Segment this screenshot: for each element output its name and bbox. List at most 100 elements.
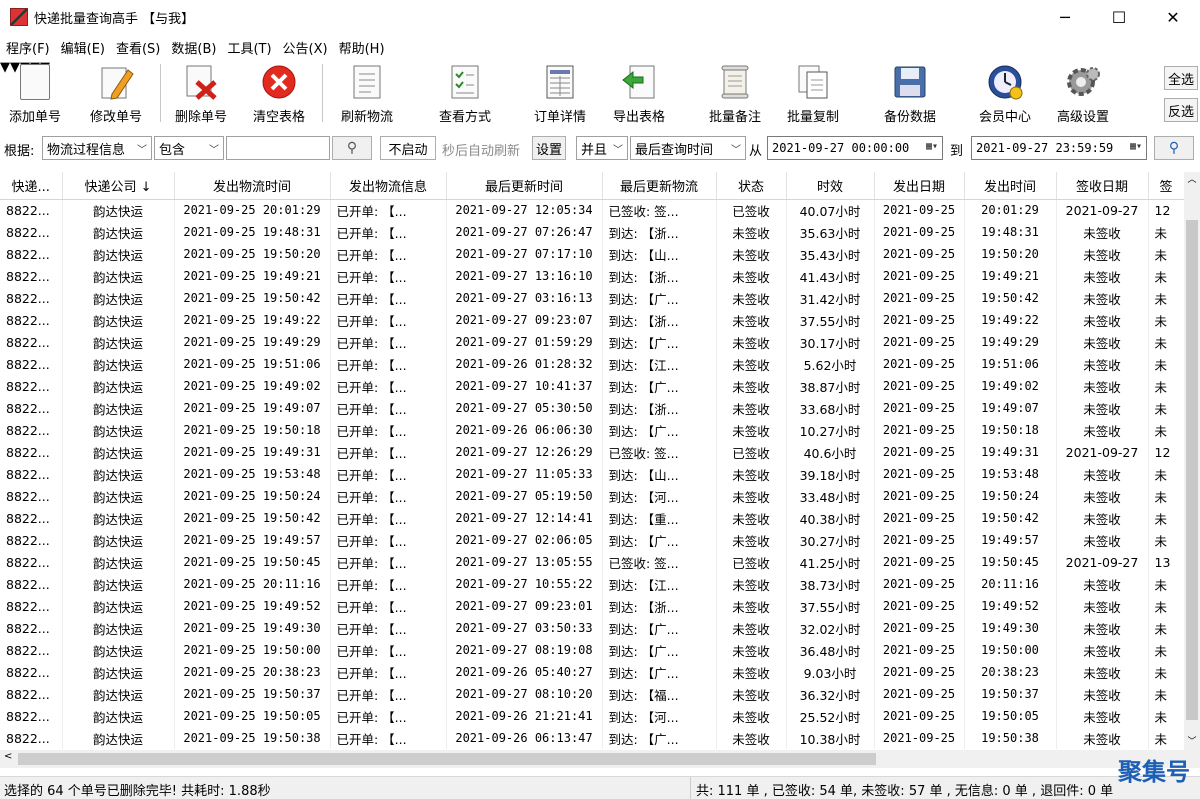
table-row[interactable]: 8822... 韵达快运 2021-09-25 19:50:37 已开单: 【... 2… xyxy=(0,683,1184,705)
table-row[interactable]: 8822... 韵达快运 2021-09-25 19:49:57 已开单: 【... 2… xyxy=(0,529,1184,551)
member-center-button[interactable]: 会员中心 xyxy=(974,60,1036,126)
menu-tools[interactable]: 工具(T) xyxy=(227,38,271,57)
horizontal-scroll-thumb[interactable] xyxy=(18,753,876,765)
table-row[interactable]: 8822... 韵达快运 2021-09-25 19:53:48 已开单: 【... 2… xyxy=(0,463,1184,485)
col-send-time-header[interactable]: 发出物流时间 xyxy=(174,172,331,200)
col-send-info-header[interactable]: 发出物流信息 xyxy=(330,172,447,200)
col-courier-cell: 韵达快运 xyxy=(62,441,175,463)
col-send-clock-header[interactable]: 发出时间 xyxy=(964,172,1057,200)
edit-button[interactable]: 修改单号 xyxy=(86,60,146,126)
vertical-scrollbar[interactable]: ︿ ﹀ xyxy=(1184,172,1200,750)
col-courier-cell: 韵达快运 xyxy=(62,661,175,683)
table-row[interactable]: 8822... 韵达快运 2021-09-25 19:50:00 已开单: 【... 2… xyxy=(0,639,1184,661)
results-grid[interactable]: 快递... 快递公司 ↓ 发出物流时间 发出物流信息 最后更新时间 最后更新物流 状态 时效发… xyxy=(0,172,1184,750)
table-row[interactable]: 8822... 韵达快运 2021-09-25 20:11:16 已开单: 【... 2… xyxy=(0,573,1184,595)
minimize-button[interactable]: ─ xyxy=(1038,0,1092,34)
table-row[interactable]: 8822... 韵达快运 2021-09-25 19:50:45 已开单: 【... 2… xyxy=(0,551,1184,573)
field-select[interactable]: 物流过程信息 ﹀ xyxy=(42,136,152,160)
vertical-scroll-thumb[interactable] xyxy=(1186,220,1198,720)
add-button[interactable]: 添加单号 xyxy=(6,60,64,126)
advanced-settings-button[interactable]: 高级设置 xyxy=(1052,60,1114,126)
to-datetime-picker[interactable]: 2021-09-27 23:59:59 ▦▾ xyxy=(971,136,1147,160)
col-last-update-time-cell: 2021-09-27 07:17:10 xyxy=(446,243,603,265)
table-row[interactable]: 8822... 韵达快运 2021-09-25 19:50:18 已开单: 【... 2… xyxy=(0,419,1184,441)
col-tracking-no-header[interactable]: 快递... xyxy=(0,172,63,200)
col-send-date-header[interactable]: 发出日期 xyxy=(874,172,965,200)
query-button[interactable]: ⚲ xyxy=(1154,136,1194,160)
time-field-select[interactable]: 最后查询时间 ﹀ xyxy=(630,136,746,160)
scroll-left-icon[interactable]: < xyxy=(4,751,12,762)
batch-note-button[interactable]: 批量备注 xyxy=(704,60,766,126)
col-courier-cell: 韵达快运 xyxy=(62,617,175,639)
table-row[interactable]: 8822... 韵达快运 2021-09-25 20:38:23 已开单: 【... 2… xyxy=(0,661,1184,683)
batch-copy-button[interactable]: 批量复制 xyxy=(782,60,844,126)
table-row[interactable]: 8822... 韵达快运 2021-09-25 19:49:22 已开单: 【... 2… xyxy=(0,309,1184,331)
col-send-time-cell: 2021-09-25 19:51:06 xyxy=(174,353,331,375)
col-last-update-time-header[interactable]: 最后更新时间 xyxy=(446,172,603,200)
view-mode-button[interactable]: 查看方式 xyxy=(434,60,496,126)
table-row[interactable]: 8822... 韵达快运 2021-09-25 19:49:30 已开单: 【... 2… xyxy=(0,617,1184,639)
col-last-update-time-cell: 2021-09-26 06:06:30 xyxy=(446,419,603,441)
table-row[interactable]: 8822... 韵达快运 2021-09-25 19:49:29 已开单: 【... 2… xyxy=(0,331,1184,353)
col-status-header[interactable]: 状态 xyxy=(716,172,787,200)
logic-select[interactable]: 并且 ﹀ xyxy=(576,136,628,160)
select-all-button[interactable]: 全选 xyxy=(1164,66,1198,90)
col-send-info-cell: 已开单: 【... xyxy=(330,331,447,353)
backup-button[interactable]: 备份数据 xyxy=(880,60,940,126)
table-row[interactable]: 8822... 韵达快运 2021-09-25 19:49:52 已开单: 【... 2… xyxy=(0,595,1184,617)
table-row[interactable]: 8822... 韵达快运 2021-09-25 19:50:05 已开单: 【... 2… xyxy=(0,705,1184,727)
setup-button[interactable]: 设置 xyxy=(532,136,566,160)
table-row[interactable]: 8822... 韵达快运 2021-09-25 20:01:29 已开单: 【... 2… xyxy=(0,199,1184,221)
table-row[interactable]: 8822... 韵达快运 2021-09-25 19:49:02 已开单: 【... 2… xyxy=(0,375,1184,397)
table-row[interactable]: 8822... 韵达快运 2021-09-25 19:49:21 已开单: 【... 2… xyxy=(0,265,1184,287)
col-tracking-no-cell: 8822... xyxy=(0,375,63,397)
table-row[interactable]: 8822... 韵达快运 2021-09-25 19:49:31 已开单: 【... 2… xyxy=(0,441,1184,463)
table-row[interactable]: 8822... 韵达快运 2021-09-25 19:49:07 已开单: 【... 2… xyxy=(0,397,1184,419)
auto-refresh-button[interactable]: 不启动 xyxy=(380,136,436,160)
col-last-update-time-cell: 2021-09-27 03:50:33 xyxy=(446,617,603,639)
col-tracking-no-cell: 8822... xyxy=(0,507,63,529)
menu-view[interactable]: 查看(S) xyxy=(116,38,160,57)
from-datetime-picker[interactable]: 2021-09-27 00:00:00 ▦▾ xyxy=(767,136,943,160)
menu-announcement[interactable]: 公告(X) xyxy=(283,38,328,57)
menu-help[interactable]: 帮助(H) xyxy=(339,38,385,57)
menu-edit[interactable]: 编辑(E) xyxy=(61,38,105,57)
col-last-update-info-header[interactable]: 最后更新物流 xyxy=(602,172,717,200)
invert-selection-button[interactable]: 反选 xyxy=(1164,98,1198,122)
col-status-cell: 未签收 xyxy=(716,331,787,353)
keyword-input[interactable] xyxy=(226,136,330,160)
table-row[interactable]: 8822... 韵达快运 2021-09-25 19:50:42 已开单: 【... 2… xyxy=(0,287,1184,309)
col-last-update-info-cell: 到达: 【广... xyxy=(602,419,717,441)
col-sign-date-header[interactable]: 签收日期 xyxy=(1056,172,1149,200)
col-last-update-info-cell: 到达: 【浙... xyxy=(602,221,717,243)
table-row[interactable]: 8822... 韵达快运 2021-09-25 19:51:06 已开单: 【... 2… xyxy=(0,353,1184,375)
floppy-disk-icon xyxy=(892,64,928,100)
horizontal-scrollbar[interactable]: < xyxy=(0,750,1200,768)
operator-select[interactable]: 包含 ﹀ xyxy=(154,136,224,160)
col-send-date-cell: 2021-09-25 xyxy=(874,617,965,639)
close-button[interactable]: ✕ xyxy=(1146,0,1200,34)
col-send-clock-cell: 19:49:52 xyxy=(964,595,1057,617)
order-detail-button[interactable]: 订单详情 xyxy=(530,60,590,126)
export-table-button[interactable]: 导出表格 xyxy=(608,60,670,126)
col-sign-header[interactable]: 签 xyxy=(1148,172,1184,200)
menu-data[interactable]: 数据(B) xyxy=(171,38,216,57)
table-row[interactable]: 8822... 韵达快运 2021-09-25 19:50:24 已开单: 【... 2… xyxy=(0,485,1184,507)
menu-program[interactable]: 程序(F) xyxy=(6,38,50,57)
table-row[interactable]: 8822... 韵达快运 2021-09-25 19:50:38 已开单: 【... 2… xyxy=(0,727,1184,749)
maximize-button[interactable]: ☐ xyxy=(1092,0,1146,34)
col-last-update-time-cell: 2021-09-27 12:05:34 xyxy=(446,199,603,221)
col-sign-cell: 未 xyxy=(1148,265,1184,287)
search-button[interactable]: ⚲ xyxy=(332,136,372,160)
table-row[interactable]: 8822... 韵达快运 2021-09-25 19:50:20 已开单: 【... 2… xyxy=(0,243,1184,265)
scroll-up-icon[interactable]: ︿ xyxy=(1184,172,1200,188)
table-row[interactable]: 8822... 韵达快运 2021-09-25 19:48:31 已开单: 【... 2… xyxy=(0,221,1184,243)
delete-button[interactable]: 删除单号 xyxy=(172,60,230,126)
table-row[interactable]: 8822... 韵达快运 2021-09-25 19:50:42 已开单: 【... 2… xyxy=(0,507,1184,529)
col-last-update-time-cell: 2021-09-27 03:16:13 xyxy=(446,287,603,309)
col-duration-header[interactable]: 时效 xyxy=(786,172,875,200)
clear-table-button[interactable]: 清空表格 xyxy=(250,60,308,126)
refresh-button[interactable]: 刷新物流 xyxy=(336,60,398,126)
col-courier-header[interactable]: 快递公司 ↓ xyxy=(62,172,175,200)
scroll-down-icon[interactable]: ﹀ xyxy=(1184,734,1200,750)
